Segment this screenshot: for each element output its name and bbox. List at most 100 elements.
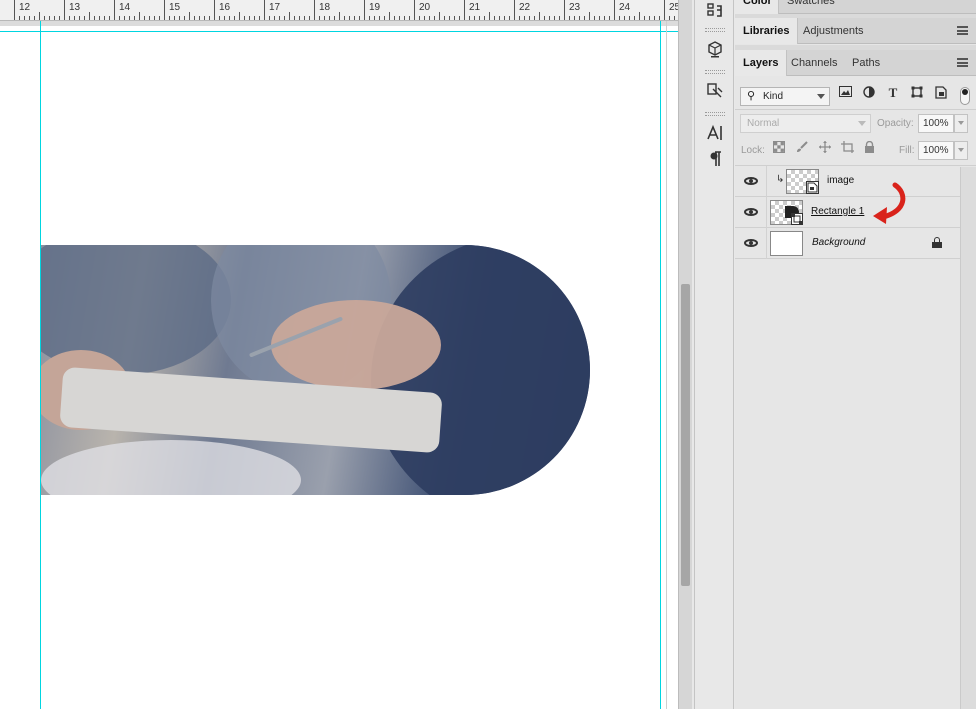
ruler-tick bbox=[139, 12, 140, 20]
ruler-tick bbox=[309, 16, 310, 20]
layer-thumbnail bbox=[770, 200, 803, 225]
ruler-tick bbox=[344, 16, 345, 20]
layer-name[interactable]: Background bbox=[812, 237, 865, 248]
layer-row-rectangle[interactable]: Rectangle 1 bbox=[735, 182, 960, 228]
ruler-tick bbox=[54, 16, 55, 20]
photo-hand-right bbox=[271, 300, 441, 390]
adjustment-filter-icon[interactable] bbox=[861, 86, 877, 100]
ruler-tick bbox=[219, 16, 220, 20]
character-icon[interactable] bbox=[703, 122, 727, 144]
canvas-edge bbox=[666, 21, 667, 709]
panel-grip[interactable] bbox=[705, 70, 725, 74]
ruler-tick bbox=[34, 16, 35, 20]
ruler-tick bbox=[134, 16, 135, 20]
ruler-tick bbox=[669, 16, 670, 20]
filter-kind-select[interactable]: ⚲ Kind bbox=[740, 87, 830, 106]
fill-stepper[interactable] bbox=[954, 141, 968, 160]
ruler-tick bbox=[319, 16, 320, 20]
ruler-label: 18 bbox=[319, 2, 331, 13]
tab-libraries[interactable]: Libraries bbox=[735, 18, 799, 44]
ruler-tick bbox=[189, 12, 190, 20]
ruler-tick bbox=[529, 16, 530, 20]
ruler-tick bbox=[564, 0, 565, 20]
ruler-tick bbox=[224, 16, 225, 20]
tab-color[interactable]: Color bbox=[735, 0, 779, 14]
guide-horizontal-top[interactable] bbox=[0, 31, 678, 32]
ruler-tick bbox=[289, 12, 290, 20]
scrollbar-thumb[interactable] bbox=[681, 284, 690, 586]
ruler-tick bbox=[304, 16, 305, 20]
ruler-tick bbox=[399, 16, 400, 20]
panel-menu-icon[interactable] bbox=[957, 58, 968, 67]
lock-paint-icon[interactable] bbox=[795, 141, 809, 155]
tab-channels[interactable]: Channels bbox=[783, 50, 845, 76]
ruler-tick bbox=[414, 0, 415, 20]
smart-object-filter-icon[interactable] bbox=[933, 86, 949, 100]
panel-grip[interactable] bbox=[705, 112, 725, 116]
tab-layers[interactable]: Layers bbox=[735, 50, 788, 76]
ruler-tick bbox=[379, 16, 380, 20]
smart-object-badge-icon bbox=[806, 181, 819, 194]
shape-filter-icon[interactable] bbox=[909, 86, 925, 100]
ruler-tick bbox=[89, 12, 90, 20]
paragraph-icon[interactable] bbox=[703, 148, 727, 170]
lock-all-icon[interactable] bbox=[862, 140, 876, 155]
horizontal-ruler[interactable]: 12 13 14 15 16 17 18 19 20 21 22 23 24 2… bbox=[0, 0, 678, 21]
ruler-label: 13 bbox=[69, 2, 81, 13]
layer-row-background[interactable]: Background bbox=[735, 228, 960, 259]
ruler-tick bbox=[99, 16, 100, 20]
shape-layer-badge-icon bbox=[791, 213, 803, 225]
layer-name[interactable]: image bbox=[827, 175, 854, 186]
ruler-tick bbox=[554, 16, 555, 20]
ruler-tick bbox=[479, 16, 480, 20]
ruler-label: 20 bbox=[419, 2, 431, 13]
lock-transparent-icon[interactable] bbox=[772, 141, 786, 155]
tab-swatches[interactable]: Swatches bbox=[779, 0, 843, 14]
layer-name[interactable]: Rectangle 1 bbox=[811, 206, 864, 217]
ruler-tick bbox=[234, 16, 235, 20]
opacity-field[interactable]: 100% bbox=[918, 114, 954, 133]
panel-menu-icon[interactable] bbox=[957, 26, 968, 35]
ruler-tick bbox=[464, 0, 465, 20]
type-filter-icon[interactable]: T bbox=[885, 86, 901, 100]
properties-icon[interactable] bbox=[703, 80, 727, 102]
ruler-tick bbox=[389, 12, 390, 20]
eye-icon[interactable] bbox=[744, 208, 758, 216]
blend-mode-select[interactable]: Normal bbox=[740, 114, 871, 133]
ruler-tick bbox=[64, 0, 65, 20]
layer-row-image[interactable]: ↳ image bbox=[735, 166, 960, 197]
tab-paths[interactable]: Paths bbox=[844, 50, 888, 76]
ruler-tick bbox=[674, 16, 675, 20]
divider bbox=[766, 228, 767, 259]
eye-icon[interactable] bbox=[744, 239, 758, 247]
ruler-tick bbox=[579, 16, 580, 20]
document-canvas[interactable]: 12 13 14 15 16 17 18 19 20 21 22 23 24 2… bbox=[0, 0, 678, 709]
history-icon[interactable] bbox=[703, 0, 727, 22]
opacity-stepper[interactable] bbox=[954, 114, 968, 133]
ruler-tick bbox=[454, 16, 455, 20]
image-filter-icon[interactable] bbox=[837, 86, 853, 100]
ruler-tick bbox=[164, 0, 165, 20]
layers-scrollbar[interactable] bbox=[960, 167, 976, 709]
panel-grip[interactable] bbox=[705, 28, 725, 32]
3d-cube-icon[interactable] bbox=[703, 38, 727, 60]
clipped-photo-rounded-rectangle[interactable] bbox=[41, 245, 590, 495]
ruler-tick bbox=[659, 16, 660, 20]
fill-field[interactable]: 100% bbox=[918, 141, 954, 160]
filter-toggle[interactable] bbox=[960, 87, 970, 105]
ruler-tick bbox=[154, 16, 155, 20]
guide-vertical-right[interactable] bbox=[660, 21, 661, 709]
canvas-vertical-scrollbar[interactable] bbox=[678, 0, 692, 709]
ruler-tick bbox=[489, 12, 490, 20]
tab-adjustments[interactable]: Adjustments bbox=[795, 18, 872, 44]
ruler-label: 16 bbox=[219, 2, 231, 13]
eye-icon[interactable] bbox=[744, 177, 758, 185]
ruler-tick bbox=[644, 16, 645, 20]
lock-move-icon[interactable] bbox=[818, 141, 832, 155]
fill-label: Fill: bbox=[899, 145, 915, 156]
ruler-tick bbox=[129, 16, 130, 20]
ruler-tick bbox=[124, 16, 125, 20]
lock-icon[interactable] bbox=[932, 237, 942, 248]
lock-artboard-icon[interactable] bbox=[840, 141, 854, 155]
ruler-tick bbox=[59, 16, 60, 20]
